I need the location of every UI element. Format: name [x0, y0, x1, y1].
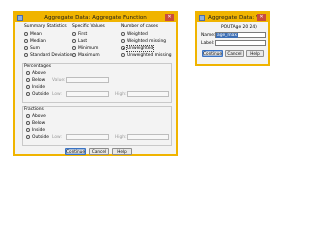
minimum-label: Minimum	[78, 45, 99, 51]
continue-button[interactable]: Continue	[65, 148, 86, 155]
label-label: Label:	[201, 41, 215, 46]
dialog-title: Aggregate Data: Aggregate Function	[44, 14, 147, 21]
fraction-outside-label: Outside	[32, 134, 49, 140]
percent-inside-radio[interactable]	[26, 85, 30, 89]
percent-low-label: Low:	[52, 91, 62, 97]
aggregate-function-dialog: Aggregate Data: Aggregate Function ✕ Sum…	[13, 11, 178, 156]
weighted-missing-radio[interactable]	[121, 39, 125, 43]
mean-radio[interactable]	[24, 32, 28, 36]
percent-outside-label: Outside	[32, 91, 49, 97]
last-radio[interactable]	[72, 39, 76, 43]
fraction-high-label: High:	[115, 134, 127, 140]
weighted-missing-label: Weighted missing	[127, 38, 167, 44]
sum-radio[interactable]	[24, 46, 28, 50]
name-value: age_max	[216, 33, 238, 38]
mean-label: Mean	[30, 31, 42, 37]
fraction-high-input[interactable]	[127, 134, 169, 140]
name-input[interactable]: age_max	[215, 32, 266, 38]
fraction-above-radio[interactable]	[26, 114, 30, 118]
percent-high-label: High:	[115, 91, 127, 97]
first-radio[interactable]	[72, 32, 76, 36]
app-icon	[199, 14, 205, 21]
fraction-inside-label: Inside	[32, 127, 46, 133]
sum-label: Sum	[30, 45, 40, 51]
cancel-button[interactable]: Cancel	[225, 50, 244, 57]
app-icon	[17, 14, 23, 21]
specific-values-heading: Specific Values	[72, 24, 105, 29]
weighted-label: Weighted	[127, 31, 148, 37]
minimum-radio[interactable]	[72, 46, 76, 50]
last-label: Last	[78, 38, 88, 44]
continue-button[interactable]: Continue	[202, 50, 223, 57]
unweighted-missing-radio[interactable]	[121, 53, 125, 57]
fraction-outside-radio[interactable]	[26, 135, 30, 139]
help-button[interactable]: Help	[112, 148, 132, 155]
percent-above-label: Above	[32, 70, 46, 76]
maximum-label: Maximum	[78, 52, 100, 58]
percent-below-radio[interactable]	[26, 78, 30, 82]
title-bar[interactable]: Aggregate Data: Aggregate Function ✕	[15, 13, 176, 22]
fraction-below-label: Below	[32, 120, 46, 126]
fraction-below-radio[interactable]	[26, 121, 30, 125]
percent-below-label: Below	[32, 77, 46, 83]
fraction-inside-radio[interactable]	[26, 128, 30, 132]
median-radio[interactable]	[24, 39, 28, 43]
title-bar[interactable]: Aggregate Data: Variabl... ✕	[197, 13, 268, 22]
percent-value-input[interactable]	[66, 77, 109, 83]
help-button[interactable]: Help	[246, 50, 264, 57]
percent-above-radio[interactable]	[26, 71, 30, 75]
percent-value-label: Value:	[52, 77, 66, 83]
unweighted-missing-label: Unweighted missing	[127, 52, 172, 58]
median-label: Median	[30, 38, 46, 44]
unweighted-label: Unweighted	[125, 44, 155, 52]
label-input[interactable]	[215, 40, 266, 46]
weighted-radio[interactable]	[121, 32, 125, 36]
fraction-low-label: Low:	[52, 134, 62, 140]
standard-deviation-label: Standard Deviation	[30, 52, 73, 58]
fraction-low-input[interactable]	[66, 134, 109, 140]
fractions-group	[22, 106, 172, 146]
number-of-cases-heading: Number of cases	[121, 24, 159, 29]
close-icon[interactable]: ✕	[165, 14, 174, 21]
maximum-radio[interactable]	[72, 53, 76, 57]
summary-statistics-heading: Summary Statistics	[24, 24, 67, 29]
fraction-above-label: Above	[32, 113, 46, 119]
percentages-group	[22, 63, 172, 103]
cancel-button[interactable]: Cancel	[89, 148, 109, 155]
percent-high-input[interactable]	[127, 91, 169, 97]
current-variable: POUTAge 20 24)	[221, 25, 257, 30]
close-icon[interactable]: ✕	[257, 14, 266, 21]
fractions-heading: Fractions	[24, 107, 44, 112]
first-label: First	[78, 31, 88, 37]
dialog-title: Aggregate Data: Variabl...	[208, 14, 257, 21]
unweighted-radio[interactable]	[121, 46, 125, 50]
percent-low-input[interactable]	[66, 91, 109, 97]
standard-deviation-radio[interactable]	[24, 53, 28, 57]
percent-outside-radio[interactable]	[26, 92, 30, 96]
percent-inside-label: Inside	[32, 84, 46, 90]
variable-name-dialog: Aggregate Data: Variabl... ✕ POUTAge 20 …	[195, 11, 270, 66]
name-label: Name:	[201, 33, 216, 38]
percentages-heading: Percentages	[24, 64, 51, 69]
